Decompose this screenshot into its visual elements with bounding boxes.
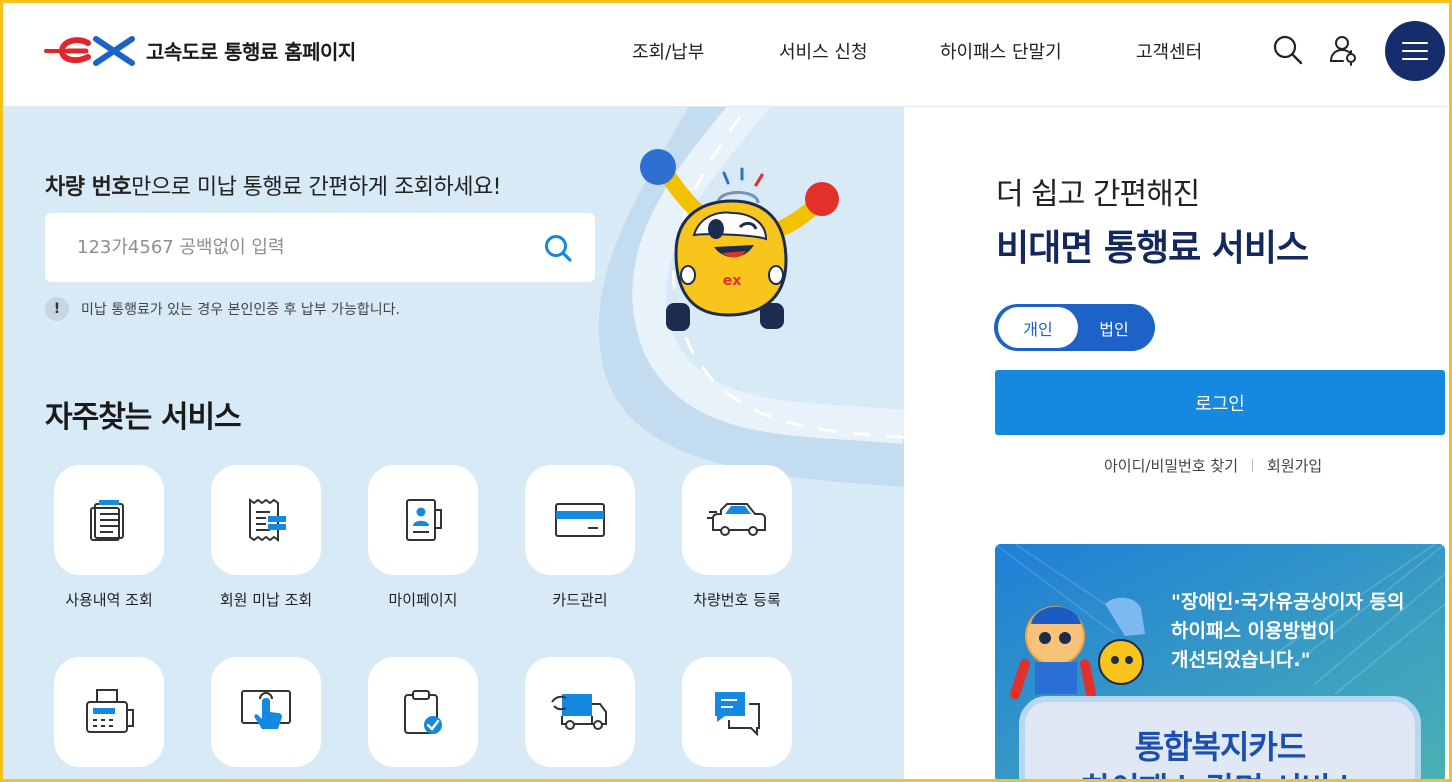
toggle-personal[interactable]: 개인 (998, 307, 1078, 348)
service-tile[interactable] (682, 657, 792, 767)
truck-icon (551, 694, 607, 730)
banner-card-title: 통합복지카드 (1134, 728, 1307, 766)
login-panel: 더 쉽고 간편해진 비대면 통행료 서비스 개인 법인 로그인 아이디/비밀번호… (904, 107, 1452, 782)
service-tile[interactable] (211, 465, 321, 575)
promo-banner[interactable]: "장애인·국가유공상이자 등의 하이패스 이용방법이 개선되었습니다." 통합복… (995, 544, 1445, 782)
user-icon[interactable] (1327, 34, 1359, 66)
chat-icon (715, 692, 760, 736)
service-fax[interactable] (34, 657, 184, 781)
lead-emphasis: 차량 번호 (45, 175, 132, 200)
mascot-logo-text: ex (723, 273, 742, 289)
menu-button[interactable] (1385, 21, 1445, 81)
service-label: 카드관리 (552, 591, 608, 609)
service-touch[interactable] (191, 657, 341, 781)
nav-customer-center[interactable]: 고객센터 (1136, 38, 1202, 64)
banner-card-subtitle: 하이패스 감면 서비스 (1025, 764, 1415, 782)
ex-logo-icon (44, 36, 135, 66)
login-button[interactable]: 로그인 (995, 370, 1445, 435)
service-member-unpaid[interactable]: 회원 미납 조회 (191, 465, 341, 610)
service-tile[interactable] (368, 465, 478, 575)
plate-search-box (45, 213, 595, 282)
quick-inquiry-panel: 차량 번호만으로 미납 통행료 간편하게 조회하세요! ! 미납 통행료가 있는… (0, 107, 904, 782)
service-label: 마이페이지 (388, 591, 458, 609)
service-vehicle-register[interactable]: 차량번호 등록 (662, 465, 812, 610)
member-type-toggle: 개인 법인 (994, 304, 1155, 351)
join-link[interactable]: 회원가입 (1267, 455, 1322, 476)
service-truck[interactable] (505, 657, 655, 781)
clipboard-check-icon (404, 690, 442, 734)
lead-rest: 만으로 미납 통행료 간편하게 조회하세요! (131, 175, 501, 200)
search-icon[interactable] (1272, 34, 1304, 66)
service-chat[interactable] (662, 657, 812, 781)
touch-screen-icon (241, 690, 291, 729)
service-tile[interactable] (54, 657, 164, 767)
notice-text: 미납 통행료가 있는 경우 본인인증 후 납부 가능합니다. (81, 302, 400, 318)
service-tile[interactable] (368, 657, 478, 767)
service-tile[interactable] (525, 657, 635, 767)
service-tile[interactable] (211, 657, 321, 767)
card-icon (555, 503, 605, 537)
lead-text: 차량 번호만으로 미납 통행료 간편하게 조회하세요! (45, 169, 501, 201)
section-title: 자주찾는 서비스 (45, 400, 242, 435)
search-submit-icon[interactable] (543, 233, 573, 263)
document-list-icon (90, 500, 124, 541)
profile-book-icon (406, 499, 442, 541)
site-logo[interactable]: 고속도로 통행료 홈페이지 (44, 33, 356, 67)
login-subtitle: 더 쉽고 간편해진 (996, 177, 1200, 212)
toggle-corporate[interactable]: 법인 (1078, 307, 1150, 348)
account-links: 아이디/비밀번호 찾기 회원가입 (1104, 455, 1322, 476)
site-title: 고속도로 통행료 홈페이지 (146, 39, 356, 64)
nav-hipass-device[interactable]: 하이패스 단말기 (940, 38, 1062, 64)
service-usage-history[interactable]: 사용내역 조회 (34, 465, 184, 610)
service-label: 사용내역 조회 (65, 591, 153, 609)
banner-quote: "장애인·국가유공상이자 등의 하이패스 이용방법이 개선되었습니다." (1171, 591, 1405, 671)
service-label: 차량번호 등록 (693, 591, 781, 609)
fax-icon (86, 689, 134, 733)
payment-notice: ! 미납 통행료가 있는 경우 본인인증 후 납부 가능합니다. (45, 297, 400, 321)
login-title: 비대면 통행료 서비스 (996, 228, 1309, 269)
find-id-password-link[interactable]: 아이디/비밀번호 찾기 (1104, 455, 1238, 476)
site-header: 고속도로 통행료 홈페이지 조회/납부 서비스 신청 하이패스 단말기 고객센터 (0, 0, 1452, 107)
mascot-illustration: ex (640, 149, 839, 331)
service-label: 회원 미납 조회 (219, 591, 313, 609)
link-divider (1252, 459, 1254, 472)
receipt-icon (249, 498, 286, 542)
plate-search-input[interactable] (45, 213, 525, 282)
service-card-management[interactable]: 카드관리 (505, 465, 655, 610)
service-tile[interactable] (54, 465, 164, 575)
exclamation-icon: ! (45, 297, 69, 321)
menu-icon (1402, 42, 1428, 60)
car-icon (707, 503, 766, 536)
banner-card: 통합복지카드 하이패스 감면 서비스 (1019, 696, 1421, 782)
service-mypage[interactable]: 마이페이지 (348, 465, 498, 610)
service-tile[interactable] (682, 465, 792, 575)
service-clipboard[interactable] (348, 657, 498, 781)
nav-service-apply[interactable]: 서비스 신청 (779, 38, 868, 64)
service-tile[interactable] (525, 465, 635, 575)
nav-inquiry-payment[interactable]: 조회/납부 (632, 38, 704, 64)
